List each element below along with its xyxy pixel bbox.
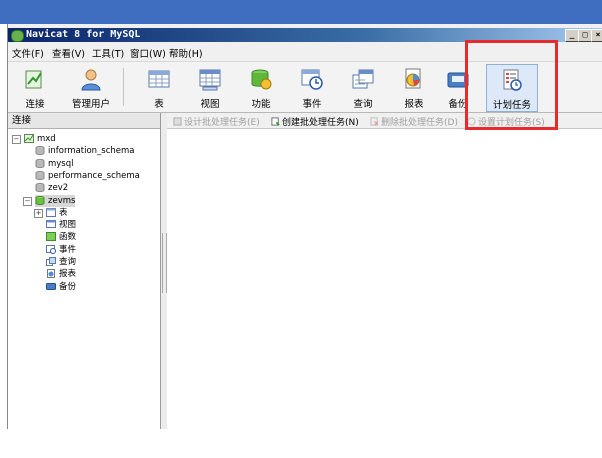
tree-item-label: 表 [59, 207, 68, 218]
tree-item[interactable]: zevms [35, 194, 76, 207]
tree-toggle[interactable]: − [12, 135, 21, 144]
toolbar-manage-users-button[interactable]: 管理用户 [63, 64, 119, 110]
event-icon [301, 69, 323, 90]
database-icon [35, 158, 48, 169]
table-icon [148, 70, 170, 88]
tree-item[interactable]: 视图 [46, 219, 76, 231]
tree-item[interactable]: 报表 [46, 268, 76, 280]
tree-item-label: 视图 [59, 220, 77, 231]
database-icon [35, 146, 48, 156]
window-title: Navicat 8 for MySQL [26, 29, 141, 40]
tree-item[interactable]: information_schema [35, 145, 135, 157]
delete-icon [370, 117, 379, 126]
object-panel: 设计批处理任务(E) 创建批处理任务(N) 删除批处理任务(D) 设置计划任务(… [167, 113, 602, 429]
view-icon [199, 69, 221, 91]
close-button[interactable]: × [591, 29, 602, 42]
connection-panel: 连接 − mxd information_schema mysql performanc… [8, 113, 161, 429]
tree-item-label: information_schema [48, 146, 135, 157]
tree-item[interactable]: mxd [24, 133, 56, 145]
toolbar-event-button[interactable]: 事件 [291, 64, 333, 110]
design-batch-job-button[interactable]: 设计批处理任务(E) [173, 115, 260, 128]
tree-item-label: 函数 [59, 232, 77, 243]
menu-help[interactable]: 帮助(H) [169, 46, 203, 60]
toolbar-separator [123, 68, 124, 106]
tree-item[interactable]: 备份 [46, 281, 76, 293]
query-icon [46, 257, 59, 267]
tree-item[interactable]: zev2 [35, 182, 68, 194]
tree-item-label: 备份 [59, 281, 77, 292]
tree-item-label: zevms [48, 195, 76, 206]
view-icon [46, 220, 59, 230]
design-icon [173, 117, 182, 126]
tree-item-label: zev2 [48, 183, 69, 194]
report-icon [46, 269, 59, 279]
tree-item-label: mysql [48, 158, 74, 169]
database-open-icon [35, 195, 48, 206]
tree-item[interactable]: 函数 [46, 231, 76, 243]
tree-item-label: 事件 [59, 244, 77, 255]
connect-icon [25, 70, 42, 89]
navicat-logo-icon [11, 30, 24, 42]
event-icon [46, 244, 59, 255]
tree-item[interactable]: 查询 [46, 256, 76, 268]
database-icon [35, 183, 48, 193]
tree-item[interactable]: mysql [35, 158, 74, 170]
toolbar-query-button[interactable]: 查询 [342, 64, 384, 110]
menu-tools[interactable]: 工具(T) [92, 46, 124, 60]
function-icon [46, 232, 59, 242]
toolbar-function-button[interactable]: 功能 [240, 64, 282, 110]
database-icon [35, 170, 48, 181]
minimize-button[interactable]: _ [565, 29, 579, 42]
highlight-frame [465, 40, 558, 130]
backup-icon [46, 282, 59, 292]
tree-item-label: 报表 [59, 269, 77, 280]
delete-batch-job-button[interactable]: 删除批处理任务(D) [370, 115, 458, 128]
tree-item-label: 查询 [59, 257, 77, 267]
tree-item[interactable]: 事件 [46, 244, 76, 256]
report-icon [405, 68, 421, 89]
tree-item-label: mxd [37, 134, 56, 144]
toolbar-table-button[interactable]: 表 [138, 64, 180, 110]
menu-file[interactable]: 文件(F) [12, 46, 44, 60]
menu-view[interactable]: 查看(V) [52, 46, 85, 60]
query-icon [352, 69, 374, 89]
user-icon [81, 69, 101, 91]
function-icon [251, 69, 272, 90]
connection-panel-header: 连接 [8, 113, 160, 129]
tree-toggle[interactable]: − [23, 196, 32, 206]
menu-window[interactable]: 窗口(W) [130, 46, 166, 60]
maximize-button[interactable]: □ [578, 29, 592, 42]
table-icon [46, 207, 59, 218]
create-batch-job-button[interactable]: 创建批处理任务(N) [271, 115, 359, 128]
create-icon [271, 117, 280, 126]
tree-item[interactable]: 表 [46, 207, 68, 219]
toolbar-view-button[interactable]: 视图 [189, 64, 231, 110]
desktop-background [0, 0, 602, 24]
tree-item-label: performance_schema [48, 170, 140, 181]
toolbar-connect-button[interactable]: 连接 [10, 64, 60, 110]
tree-toggle[interactable]: + [34, 208, 43, 218]
toolbar-report-button[interactable]: 报表 [393, 64, 435, 110]
tree-item[interactable]: performance_schema [35, 170, 140, 182]
connection-icon [24, 134, 37, 144]
